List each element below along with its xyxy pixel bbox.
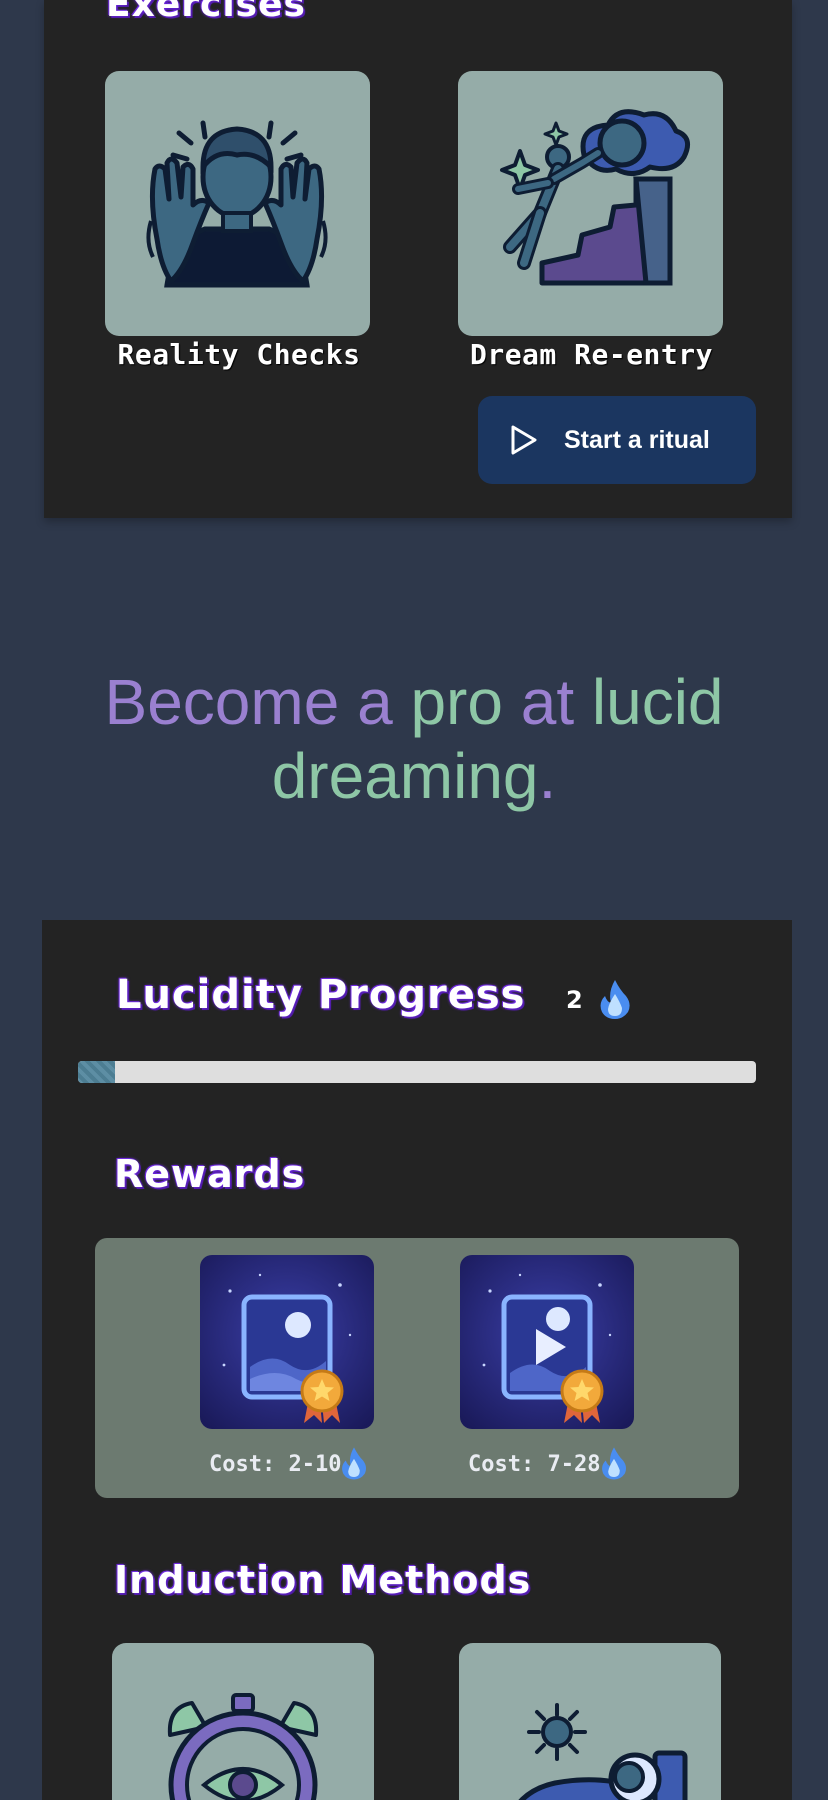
play-icon xyxy=(510,425,538,455)
blue-flame-icon xyxy=(340,1445,368,1485)
tagline-part: at xyxy=(520,666,592,738)
blue-flame-icon xyxy=(600,1445,628,1485)
reality-checks-tile[interactable] xyxy=(105,71,370,336)
dream-reentry-tile[interactable] xyxy=(458,71,723,336)
dream-climb-icon xyxy=(458,71,723,336)
reward-item[interactable] xyxy=(200,1255,374,1429)
induction-methods-heading: Induction Methods xyxy=(114,1558,532,1602)
lucidity-progress-heading: Lucidity Progress xyxy=(116,972,526,1018)
exercises-heading: Exercises xyxy=(106,0,306,25)
rewards-heading: Rewards xyxy=(114,1152,306,1196)
induction-method-tile[interactable] xyxy=(112,1643,374,1800)
blue-flame-icon xyxy=(598,978,632,1024)
start-ritual-label: Start a ritual xyxy=(564,425,710,454)
tagline-part: pro xyxy=(410,666,521,738)
induction-method-tile[interactable] xyxy=(459,1643,721,1800)
lucidity-progress-fill xyxy=(78,1061,116,1083)
tagline: Become a pro at lucid dreaming. xyxy=(44,665,784,813)
hands-raised-person-icon xyxy=(105,71,370,336)
lucidity-progress-bar xyxy=(78,1061,756,1083)
moon-picture-badge-icon xyxy=(200,1255,374,1429)
reward-cost: Cost: 7-28 xyxy=(468,1452,601,1477)
start-ritual-button[interactable]: Start a ritual xyxy=(478,396,756,484)
tagline-part: Become a xyxy=(104,666,411,738)
reality-checks-label: Reality Checks xyxy=(117,338,361,371)
moon-video-badge-icon xyxy=(460,1255,634,1429)
dream-reentry-label: Dream Re-entry xyxy=(469,338,713,371)
rewards-box xyxy=(95,1238,739,1498)
reward-cost: Cost: 2-10 xyxy=(209,1452,342,1477)
tagline-part: . xyxy=(538,740,557,812)
flame-count: 2 xyxy=(566,986,583,1014)
reward-item[interactable] xyxy=(460,1255,634,1429)
